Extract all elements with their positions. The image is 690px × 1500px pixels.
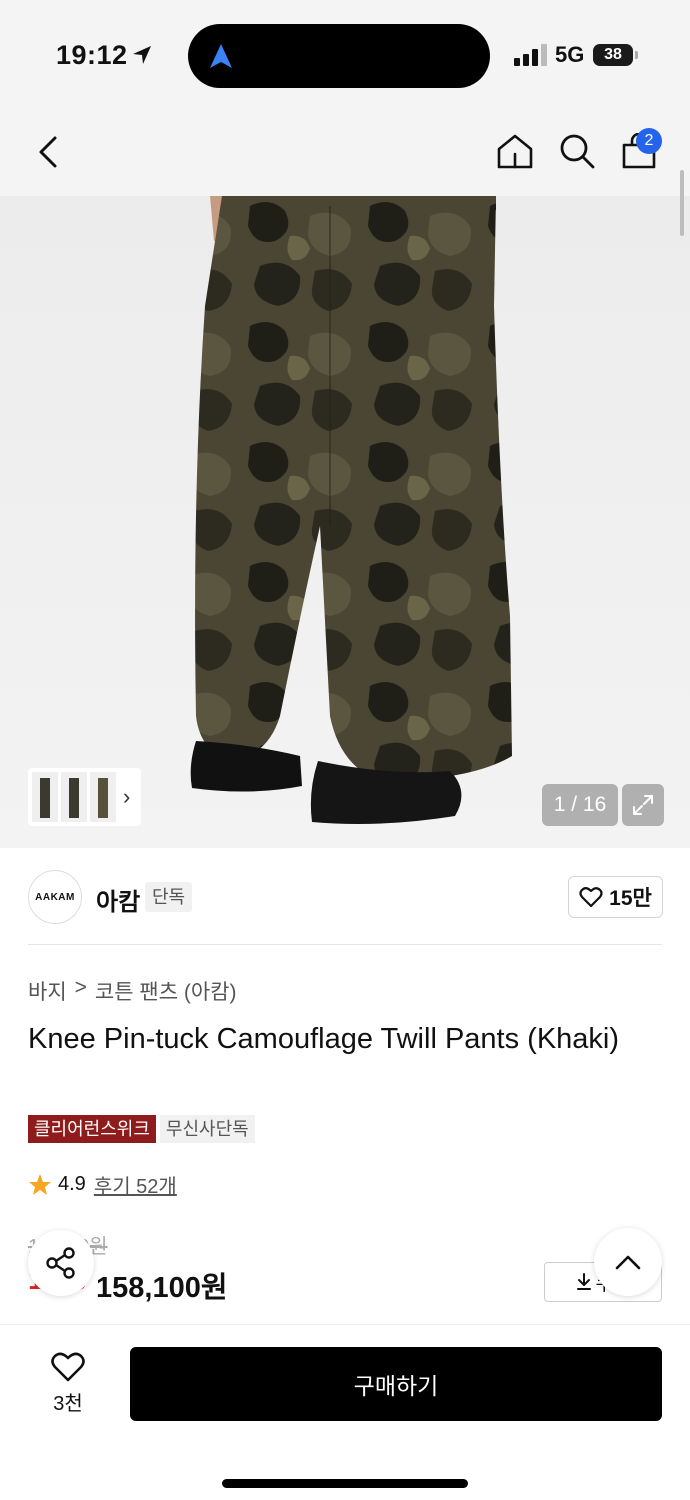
expand-icon: [633, 795, 653, 815]
rating: 4.9 후기 52개: [28, 1170, 177, 1199]
status-bar: 19:12 5G 38: [0, 0, 690, 110]
musinsa-exclusive-tag: 무신사단독: [159, 1115, 255, 1143]
rating-value: 4.9: [58, 1173, 86, 1195]
battery-tip: [635, 51, 638, 59]
thumbnail-chevron-icon[interactable]: ›: [123, 784, 130, 810]
wishlist-count: 3천: [53, 1393, 83, 1415]
breadcrumb-separator: >: [74, 976, 87, 999]
back-button[interactable]: [28, 130, 68, 174]
expand-image-button[interactable]: [622, 784, 664, 826]
breadcrumb-item[interactable]: 코튼 팬츠 (아캄): [95, 976, 237, 1006]
product-image[interactable]: [0, 196, 690, 848]
home-indicator: [222, 1479, 468, 1488]
brand-like-count: 15만: [609, 887, 652, 910]
thumbnail-image[interactable]: [32, 772, 58, 822]
navigation-arrow-icon: [210, 44, 232, 68]
chevron-up-icon: [615, 1255, 641, 1270]
sale-price: 158,100원: [96, 1272, 228, 1304]
product-title: Knee Pin-tuck Camouflage Twill Pants (Kh…: [28, 1023, 620, 1055]
home-button[interactable]: [492, 128, 538, 174]
share-button[interactable]: [28, 1230, 94, 1296]
brand-logo[interactable]: AAKAM: [28, 870, 82, 924]
search-icon: [560, 134, 595, 169]
wishlist-button[interactable]: 3천: [38, 1351, 98, 1417]
clearance-tag: 클리어런스위크: [28, 1115, 156, 1143]
signal-icon: [514, 44, 547, 66]
download-icon: [576, 1273, 591, 1290]
brand-like-button[interactable]: 15만: [568, 876, 663, 918]
buy-button[interactable]: 구매하기: [130, 1347, 662, 1421]
share-icon: [46, 1247, 75, 1279]
home-icon: [497, 134, 533, 169]
network-type: 5G: [555, 42, 585, 67]
camouflage-pants-image: [190, 196, 512, 824]
scroll-top-button[interactable]: [594, 1228, 662, 1296]
thumbnail-image[interactable]: [61, 772, 87, 822]
breadcrumb: 바지 > 코튼 팬츠 (아캄): [28, 976, 236, 1006]
top-nav: [0, 110, 690, 196]
heart-icon: [579, 887, 603, 908]
scrollbar-thumb[interactable]: [680, 170, 684, 236]
thumbnail-strip[interactable]: ›: [28, 768, 141, 826]
heart-icon: [51, 1352, 85, 1382]
location-arrow-icon: [133, 46, 151, 64]
brand-name[interactable]: 아캄: [96, 882, 140, 917]
product-tags: 클리어런스위크 무신사단독: [28, 1115, 255, 1143]
breadcrumb-item[interactable]: 바지: [28, 976, 67, 1006]
star-icon: [29, 1173, 51, 1195]
divider: [28, 944, 662, 945]
status-time: 19:12: [56, 40, 128, 70]
brand-row: AAKAM 아캄 단독 15만: [0, 848, 690, 946]
brand-exclusive-tag: 단독: [145, 882, 193, 912]
reviews-link[interactable]: 후기 52개: [94, 1170, 177, 1199]
bottom-bar: 3천 구매하기: [0, 1324, 690, 1500]
search-button[interactable]: [554, 128, 600, 174]
thumbnail-image[interactable]: [90, 772, 116, 822]
battery-icon: 38: [593, 44, 633, 66]
back-icon: [39, 136, 57, 168]
image-counter: 1 / 16: [542, 784, 618, 826]
cart-count-badge: 2: [636, 128, 662, 154]
